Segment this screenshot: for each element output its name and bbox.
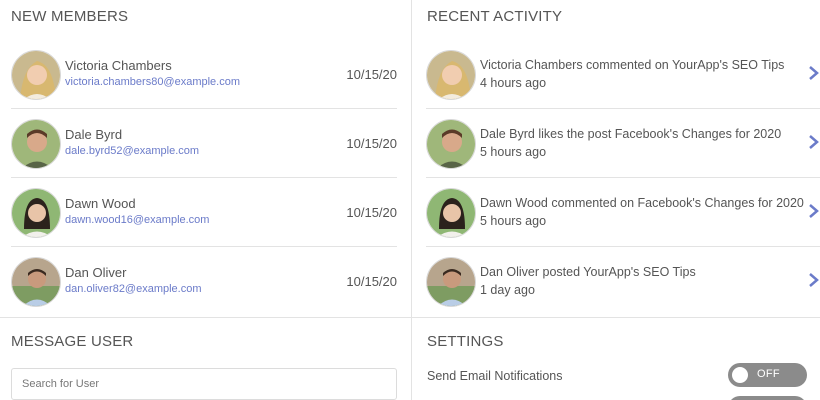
activity-row[interactable]: Dale Byrd likes the post Facebook's Chan… xyxy=(426,109,820,178)
activity-row[interactable]: Dawn Wood commented on Facebook's Change… xyxy=(426,178,820,247)
activity-text: Victoria Chambers commented on YourApp's… xyxy=(480,58,785,72)
activity-time: 1 day ago xyxy=(480,283,535,297)
new-members-title: NEW MEMBERS xyxy=(11,8,129,25)
activity-text: Dale Byrd likes the post Facebook's Chan… xyxy=(480,127,782,141)
activity-time: 4 hours ago xyxy=(480,76,547,90)
message-user-title: MESSAGE USER xyxy=(11,333,134,350)
member-email[interactable]: dan.oliver82@example.com xyxy=(65,283,202,295)
member-email[interactable]: victoria.chambers80@example.com xyxy=(65,76,240,88)
activity-time: 5 hours ago xyxy=(480,214,547,228)
member-row[interactable]: Dale Byrd dale.byrd52@example.com 10/15/… xyxy=(11,109,397,178)
member-date: 10/15/20 xyxy=(346,274,397,289)
avatar xyxy=(11,50,61,100)
member-email[interactable]: dale.byrd52@example.com xyxy=(65,145,199,157)
member-row[interactable]: Dawn Wood dawn.wood16@example.com 10/15/… xyxy=(11,178,397,247)
email-notifications-label: Send Email Notifications xyxy=(427,369,563,383)
member-date: 10/15/20 xyxy=(346,205,397,220)
avatar xyxy=(11,119,61,169)
toggle-state: OFF xyxy=(757,368,780,380)
settings-toggle-partial[interactable] xyxy=(728,396,807,400)
chevron-right-icon[interactable] xyxy=(808,65,820,81)
avatar xyxy=(426,188,476,238)
settings-title: SETTINGS xyxy=(427,333,504,350)
member-date: 10/15/20 xyxy=(346,67,397,82)
member-name: Victoria Chambers xyxy=(65,58,172,73)
member-row[interactable]: Victoria Chambers victoria.chambers80@ex… xyxy=(11,40,397,109)
chevron-right-icon[interactable] xyxy=(808,272,820,288)
avatar xyxy=(426,257,476,307)
activity-text: Dawn Wood commented on Facebook's Change… xyxy=(480,196,804,210)
avatar xyxy=(426,119,476,169)
avatar xyxy=(426,50,476,100)
email-notifications-toggle[interactable]: OFF xyxy=(728,363,807,387)
avatar xyxy=(11,188,61,238)
chevron-right-icon[interactable] xyxy=(808,203,820,219)
member-name: Dawn Wood xyxy=(65,196,136,211)
settings-panel: SETTINGS Send Email Notifications OFF xyxy=(412,318,820,400)
avatar xyxy=(11,257,61,307)
activity-row[interactable]: Victoria Chambers commented on YourApp's… xyxy=(426,40,820,109)
member-name: Dan Oliver xyxy=(65,265,127,280)
search-user-input[interactable] xyxy=(11,368,397,400)
member-name: Dale Byrd xyxy=(65,127,123,142)
chevron-right-icon[interactable] xyxy=(808,134,820,150)
recent-activity-panel: RECENT ACTIVITY Victoria Chambers commen… xyxy=(412,0,820,317)
member-email[interactable]: dawn.wood16@example.com xyxy=(65,214,209,226)
toggle-knob xyxy=(732,367,748,383)
activity-row[interactable]: Dan Oliver posted YourApp's SEO Tips 1 d… xyxy=(426,247,820,316)
activity-text: Dan Oliver posted YourApp's SEO Tips xyxy=(480,265,696,279)
member-date: 10/15/20 xyxy=(346,136,397,151)
activity-time: 5 hours ago xyxy=(480,145,547,159)
new-members-panel: NEW MEMBERS Victoria Chambers victoria.c… xyxy=(0,0,411,317)
message-user-panel: MESSAGE USER xyxy=(0,318,411,400)
recent-activity-title: RECENT ACTIVITY xyxy=(427,8,563,25)
member-row[interactable]: Dan Oliver dan.oliver82@example.com 10/1… xyxy=(11,247,397,316)
